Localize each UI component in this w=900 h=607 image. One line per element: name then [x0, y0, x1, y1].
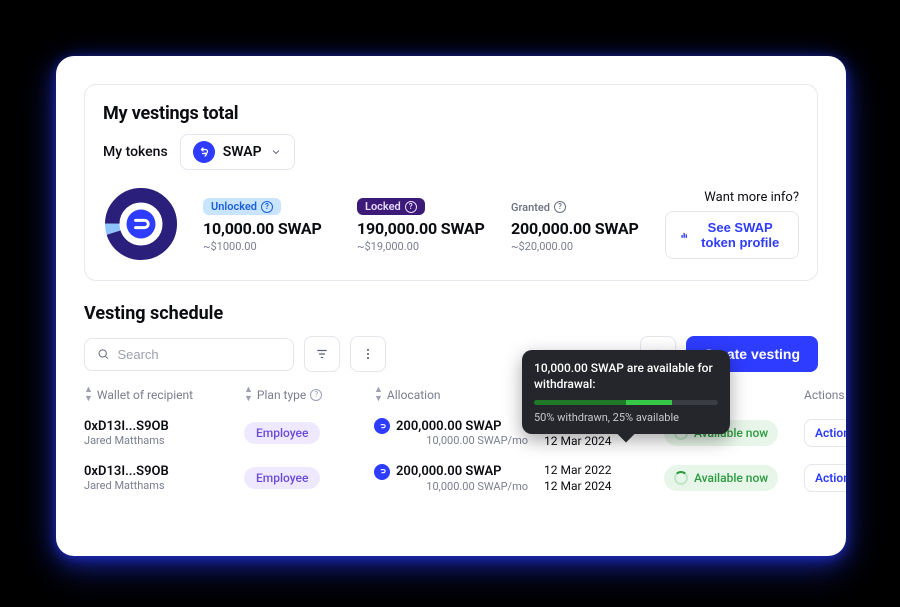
want-more-info-label: Want more info?: [704, 190, 799, 205]
stat-unlocked: Unlocked ? 10,000.00 SWAP ~$1000.00: [203, 195, 333, 253]
recipient-name: Jared Matthams: [84, 434, 234, 447]
locked-amount: 190,000.00 SWAP: [357, 219, 487, 238]
swap-token-icon: [374, 464, 390, 480]
withdrawal-tooltip: 10,000.00 SWAP are available for withdra…: [522, 350, 730, 434]
filter-button[interactable]: [304, 336, 340, 372]
granted-usd: ~$20,000.00: [511, 240, 641, 253]
token-select[interactable]: SWAP: [180, 134, 295, 170]
allocation-donut-chart: [103, 186, 179, 262]
progress-ring-icon: [674, 471, 688, 485]
unlocked-usd: ~$1000.00: [203, 240, 333, 253]
table-row: 0xD13I...S9OB Jared Matthams Employee 20…: [84, 462, 818, 496]
status-badge[interactable]: Available now: [664, 465, 778, 491]
col-wallet[interactable]: ▲▼ Wallet of recipient: [84, 386, 234, 404]
search-icon: [97, 347, 109, 361]
col-plan[interactable]: ▲▼ Plan type ?: [244, 386, 364, 404]
stat-granted: Granted ? 200,000.00 SWAP ~$20,000.00: [511, 196, 641, 253]
actions-button[interactable]: Actions: [805, 465, 846, 491]
cell-actions: Actions: [804, 464, 846, 492]
see-token-profile-button[interactable]: See SWAP token profile: [665, 211, 799, 259]
stat-locked: Locked ? 190,000.00 SWAP ~$19,000.00: [357, 195, 487, 253]
allocation-rate: 10,000.00 SWAP/mo: [374, 434, 534, 447]
plan-type-badge: Employee: [244, 467, 320, 489]
app-window: My vestings total My tokens SWAP: [56, 56, 846, 556]
allocation-rate: 10,000.00 SWAP/mo: [374, 480, 534, 493]
help-icon[interactable]: ?: [405, 201, 417, 213]
cell-actions: Actions: [804, 419, 846, 447]
cell-wallet: 0xD13I...S9OB Jared Matthams: [84, 464, 234, 492]
cell-wallet: 0xD13I...S9OB Jared Matthams: [84, 419, 234, 447]
sort-icon: ▲▼: [374, 386, 383, 404]
more-vertical-icon: [361, 347, 375, 361]
help-icon[interactable]: ?: [554, 201, 566, 213]
plan-type-badge: Employee: [244, 422, 320, 444]
schedule-title: Vesting schedule: [84, 303, 818, 324]
locked-usd: ~$19,000.00: [357, 240, 487, 253]
granted-amount: 200,000.00 SWAP: [511, 219, 641, 238]
chevron-down-icon: [270, 146, 282, 158]
tooltip-title: 10,000.00 SWAP are available for withdra…: [534, 360, 718, 392]
vestings-summary-card: My vestings total My tokens SWAP: [84, 84, 818, 281]
unlocked-badge: Unlocked ?: [203, 198, 281, 215]
swap-token-icon: [374, 418, 390, 434]
cell-allocation: 200,000.00 SWAP 10,000.00 SWAP/mo: [374, 418, 534, 447]
recipient-name: Jared Matthams: [84, 479, 234, 492]
wallet-address[interactable]: 0xD13I...S9OB: [84, 419, 234, 434]
sort-icon: ▲▼: [244, 386, 253, 404]
search-box[interactable]: [84, 338, 294, 371]
granted-label: Granted ?: [511, 201, 566, 214]
search-input[interactable]: [117, 347, 281, 362]
help-icon[interactable]: ?: [310, 389, 322, 401]
my-tokens-label: My tokens: [103, 144, 168, 160]
cell-plan: Employee: [244, 422, 364, 444]
swap-token-icon: [193, 141, 215, 163]
page-title: My vestings total: [103, 103, 799, 124]
token-select-value: SWAP: [223, 144, 262, 160]
actions-button[interactable]: Actions: [805, 420, 846, 446]
col-actions: Actions: [804, 388, 846, 402]
cell-plan: Employee: [244, 467, 364, 489]
cell-vesting-dates: 12 Mar 2022 12 Mar 2024: [544, 462, 654, 496]
sort-icon: ▲▼: [84, 386, 93, 404]
col-allocation[interactable]: ▲▼ Allocation: [374, 386, 534, 404]
cell-status: Available now: [664, 465, 794, 491]
cell-allocation: 200,000.00 SWAP 10,000.00 SWAP/mo: [374, 464, 534, 493]
tooltip-subtitle: 50% withdrawn, 25% available: [534, 411, 718, 424]
progress-withdrawn: [534, 400, 626, 405]
locked-badge: Locked ?: [357, 198, 425, 215]
unlocked-amount: 10,000.00 SWAP: [203, 219, 333, 238]
progress-available: [626, 400, 672, 405]
wallet-address[interactable]: 0xD13I...S9OB: [84, 464, 234, 479]
help-icon[interactable]: ?: [261, 201, 273, 213]
filter-icon: [315, 347, 329, 361]
bar-chart-icon: [680, 228, 688, 242]
tooltip-progress-bar: [534, 400, 718, 405]
more-button[interactable]: [350, 336, 386, 372]
